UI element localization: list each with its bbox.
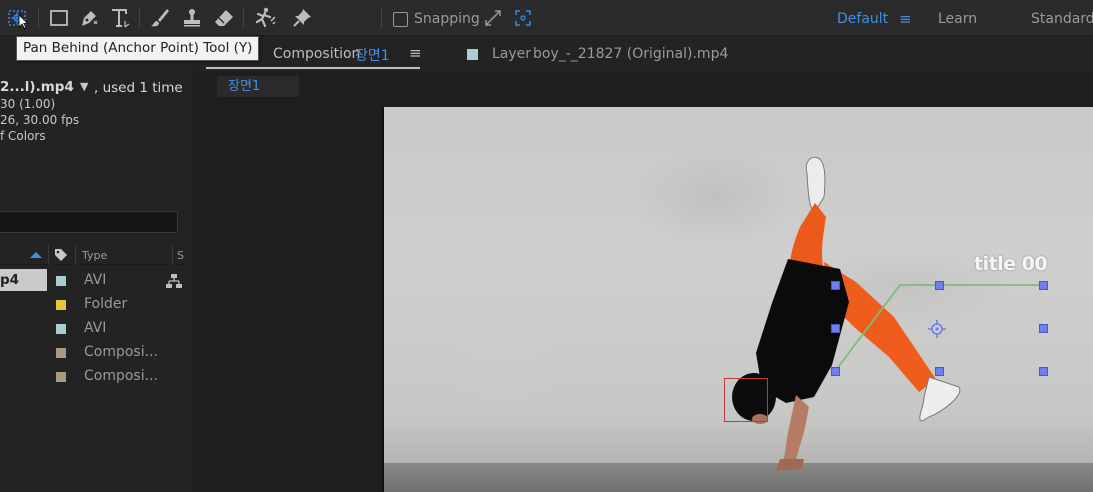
footage-info-line: 30 (1.00) bbox=[0, 97, 56, 111]
pen-tool-button[interactable] bbox=[77, 6, 101, 30]
pan-behind-tool-button[interactable] bbox=[6, 6, 30, 30]
tools-toolbar: Snapping Default ≡ Learn Standard bbox=[0, 0, 1093, 36]
active-tab-underline bbox=[206, 67, 420, 69]
project-column-header: Type S bbox=[0, 245, 186, 265]
toolbar-divider bbox=[38, 8, 39, 28]
project-search-input[interactable] bbox=[0, 211, 178, 233]
snap-edges-icon bbox=[485, 10, 501, 26]
size-column-header[interactable]: S bbox=[177, 249, 184, 262]
project-item-type: Composi... bbox=[84, 344, 158, 360]
footage-info-line: f Colors bbox=[0, 129, 46, 143]
brush-tool-button[interactable] bbox=[148, 6, 172, 30]
label-color-swatch[interactable] bbox=[56, 372, 66, 382]
stamp-icon bbox=[184, 9, 200, 27]
label-color-swatch[interactable] bbox=[56, 324, 66, 334]
anchor-point-icon[interactable] bbox=[927, 319, 947, 339]
label-color-swatch[interactable] bbox=[56, 300, 66, 310]
composition-viewer[interactable]: title 00 bbox=[382, 107, 1093, 492]
layer-bounding-handle[interactable] bbox=[1039, 324, 1048, 333]
workspace-learn[interactable]: Learn bbox=[938, 11, 977, 27]
layer-bounding-handle[interactable] bbox=[935, 367, 944, 376]
toolbar-divider bbox=[243, 8, 244, 28]
composition-tab-name[interactable]: 장면1 bbox=[355, 45, 390, 65]
footage-usage: , used 1 time bbox=[94, 80, 183, 96]
title-text-layer[interactable]: title 00 bbox=[974, 253, 1048, 275]
layer-bounding-handle[interactable] bbox=[1039, 367, 1048, 376]
project-item-type: AVI bbox=[84, 320, 107, 336]
project-item-name: p4 bbox=[0, 272, 20, 288]
tool-tooltip: Pan Behind (Anchor Point) Tool (Y) bbox=[16, 36, 260, 61]
workspace-default[interactable]: Default bbox=[837, 11, 888, 27]
composition-breadcrumb[interactable]: 장면1 bbox=[217, 76, 299, 97]
type-tool-button[interactable] bbox=[108, 6, 132, 30]
layer-bounding-handle[interactable] bbox=[935, 281, 944, 290]
footage-name: 2...l).mp4 bbox=[0, 79, 74, 95]
workspace-standard[interactable]: Standard bbox=[1031, 11, 1093, 27]
snapping-checkbox[interactable] bbox=[393, 12, 408, 27]
column-divider bbox=[75, 245, 76, 265]
workspace-menu-icon[interactable]: ≡ bbox=[899, 10, 912, 28]
pin-icon bbox=[293, 9, 311, 27]
label-color-swatch[interactable] bbox=[56, 276, 66, 286]
puppet-pin-tool-button[interactable] bbox=[290, 6, 314, 30]
composition-tab-menu-icon[interactable]: ≡ bbox=[409, 44, 422, 62]
layer-bounding-handle[interactable] bbox=[831, 367, 840, 376]
brush-icon bbox=[151, 9, 169, 27]
composition-tab-prefix[interactable]: Composition bbox=[273, 46, 360, 62]
usage-dropdown-icon[interactable]: ▼ bbox=[80, 80, 88, 93]
roto-brush-tool-button[interactable] bbox=[252, 6, 276, 30]
sort-ascending-icon[interactable] bbox=[29, 251, 43, 259]
project-item-type: Composi... bbox=[84, 368, 158, 384]
project-item-row[interactable]: Folder bbox=[0, 293, 186, 317]
eraser-icon bbox=[215, 10, 233, 26]
project-item-row[interactable]: Composi... bbox=[0, 365, 186, 389]
layer-bounding-handle[interactable] bbox=[1039, 281, 1048, 290]
project-item-type: AVI bbox=[84, 272, 107, 288]
viewer-tab-bar: Composition 장면1 ≡ Layer boy_-_21827 (Ori… bbox=[192, 37, 1093, 71]
snap-features-button[interactable] bbox=[511, 6, 535, 30]
layer-label-swatch bbox=[467, 49, 478, 60]
shape-layer-path[interactable] bbox=[384, 107, 1093, 492]
snap-edges-button[interactable] bbox=[481, 6, 505, 30]
type-icon bbox=[112, 9, 130, 28]
label-color-swatch[interactable] bbox=[56, 348, 66, 358]
flowchart-icon[interactable] bbox=[166, 273, 182, 289]
layer-bounding-handle[interactable] bbox=[831, 281, 840, 290]
rectangle-tool-button[interactable] bbox=[47, 6, 71, 30]
snapping-label: Snapping bbox=[414, 11, 480, 27]
layer-tab-prefix[interactable]: Layer bbox=[492, 46, 531, 62]
column-divider bbox=[48, 245, 49, 265]
composition-panel: Composition 장면1 ≡ Layer boy_-_21827 (Ori… bbox=[192, 37, 1093, 492]
project-item-row[interactable]: Composi... bbox=[0, 341, 186, 365]
footage-info-line: 26, 30.00 fps bbox=[0, 113, 80, 127]
type-column-header[interactable]: Type bbox=[82, 249, 107, 262]
toolbar-divider bbox=[381, 8, 382, 28]
layer-bounding-handle[interactable] bbox=[831, 324, 840, 333]
toolbar-divider bbox=[139, 8, 140, 28]
project-item-row[interactable]: p4 AVI bbox=[0, 269, 186, 293]
rectangle-icon bbox=[50, 10, 68, 26]
label-tag-icon[interactable] bbox=[54, 248, 68, 262]
layer-tab-name[interactable]: boy_-_21827 (Original).mp4 bbox=[533, 46, 728, 62]
pan-behind-icon bbox=[8, 10, 29, 29]
project-item-type: Folder bbox=[84, 296, 128, 312]
roto-brush-icon bbox=[255, 7, 276, 28]
project-item-row[interactable]: AVI bbox=[0, 317, 186, 341]
column-divider bbox=[172, 245, 173, 265]
pen-icon bbox=[82, 11, 98, 26]
snap-features-icon bbox=[515, 10, 531, 26]
project-panel: 2...l).mp4 ▼ , used 1 time 30 (1.00) 26,… bbox=[0, 37, 186, 492]
eraser-tool-button[interactable] bbox=[212, 6, 236, 30]
clone-stamp-tool-button[interactable] bbox=[180, 6, 204, 30]
